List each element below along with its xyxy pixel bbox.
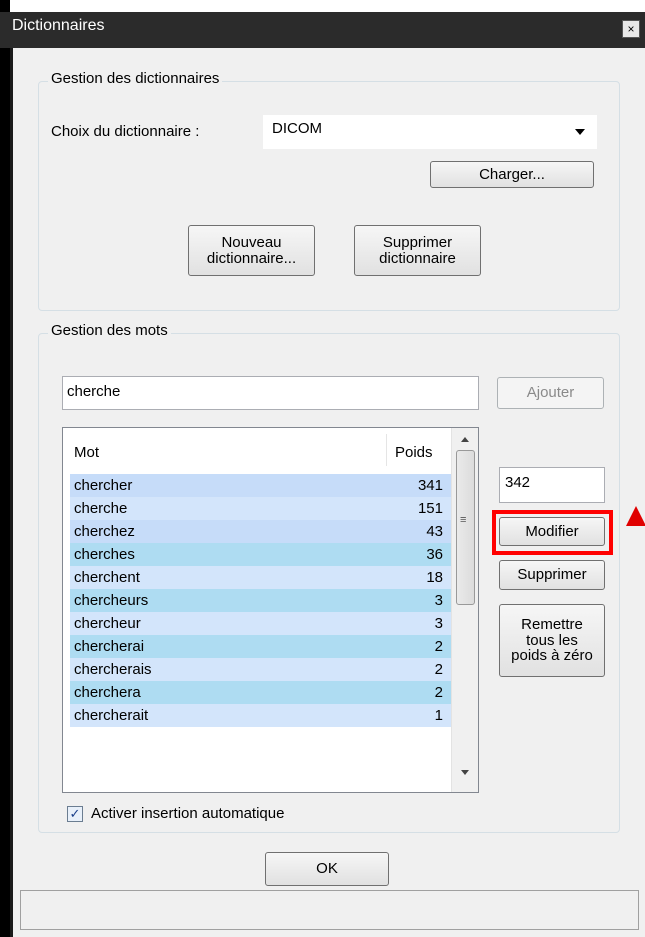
list-item-weight: 3	[434, 615, 443, 632]
word-search-input[interactable]: cherche	[62, 376, 479, 410]
window-title: Dictionnaires	[12, 17, 105, 34]
ok-button[interactable]: OK	[265, 852, 389, 886]
list-item-weight: 1	[434, 707, 443, 724]
scroll-thumb[interactable]: ≡	[456, 450, 475, 605]
reset-line3: poids à zéro	[511, 647, 593, 665]
weight-value: 342	[505, 474, 531, 491]
list-item-word: cherche	[74, 500, 128, 517]
reset-line2: tous les	[526, 631, 578, 649]
list-item[interactable]: chercherait 1	[70, 704, 451, 727]
add-word-button[interactable]: Ajouter	[497, 377, 604, 409]
delete-dictionary-button[interactable]: Supprimer dictionnaire	[354, 225, 481, 276]
list-item-weight: 2	[434, 638, 443, 655]
delete-word-button[interactable]: Supprimer	[499, 560, 605, 590]
delete-dictionary-line2: dictionnaire	[379, 249, 456, 267]
word-search-value: cherche	[67, 383, 121, 400]
auto-insert-label[interactable]: Activer insertion automatique	[91, 805, 284, 822]
close-icon[interactable]: ×	[622, 20, 640, 38]
list-item-weight: 151	[417, 500, 443, 517]
dictionary-select-value: DICOM	[272, 120, 322, 137]
list-item[interactable]: chercherai 2	[70, 635, 451, 658]
scroll-down-icon[interactable]	[461, 770, 469, 775]
list-item[interactable]: cherches 36	[70, 543, 451, 566]
list-item-word: cherchent	[74, 569, 140, 586]
new-dictionary-line2: dictionnaire...	[206, 249, 297, 267]
list-item[interactable]: cherchez 43	[70, 520, 451, 543]
list-item-weight: 36	[426, 546, 443, 563]
list-item-weight: 3	[434, 592, 443, 609]
list-item[interactable]: cherchent 18	[70, 566, 451, 589]
list-item-weight: 2	[434, 661, 443, 678]
dictionary-choice-label: Choix du dictionnaire :	[51, 123, 200, 140]
scroll-up-icon[interactable]	[461, 437, 469, 442]
list-item-word: chercheur	[74, 615, 141, 632]
word-list[interactable]: Mot Poids chercher 341 cherche 151 cherchez 4…	[62, 427, 479, 793]
red-arrow-annotation	[626, 506, 645, 526]
list-item-word: cherchez	[74, 523, 135, 540]
list-item[interactable]: chercherais 2	[70, 658, 451, 681]
list-scrollbar[interactable]: ≡	[451, 428, 478, 792]
weight-input[interactable]: 342	[499, 467, 605, 503]
delete-dictionary-line1: Supprimer	[382, 233, 453, 251]
dictionaries-group-label: Gestion des dictionnaires	[48, 70, 223, 87]
new-dictionary-button[interactable]: Nouveau dictionnaire...	[188, 225, 315, 276]
list-item-weight: 18	[426, 569, 443, 586]
words-group-label: Gestion des mots	[48, 322, 171, 339]
window-frame	[0, 0, 10, 937]
modify-button[interactable]: Modifier	[499, 517, 605, 546]
list-item-word: chercherais	[74, 661, 152, 678]
list-item-word: chercher	[74, 477, 133, 494]
dictionary-select[interactable]: DICOM	[263, 115, 597, 149]
reset-line1: Remettre	[521, 615, 583, 633]
list-item[interactable]: cherche 151	[70, 497, 451, 520]
list-item-word: chercheurs	[74, 592, 149, 609]
window-frame-inner	[10, 48, 13, 937]
status-bar	[20, 890, 639, 930]
list-item-word: cherchera	[74, 684, 141, 701]
list-item-weight: 341	[417, 477, 443, 494]
dropdown-arrow-icon[interactable]	[575, 129, 585, 135]
dialog-window: Dictionnaires × Gestion des dictionnaire…	[0, 0, 645, 937]
list-item-weight: 2	[434, 684, 443, 701]
list-item[interactable]: chercher 341	[70, 474, 451, 497]
scroll-grip-icon: ≡	[460, 514, 467, 526]
auto-insert-checkbox[interactable]: ✓	[67, 806, 83, 822]
column-header-word[interactable]: Mot	[74, 444, 99, 461]
load-button[interactable]: Charger...	[430, 161, 594, 188]
list-item-weight: 43	[426, 523, 443, 540]
reset-weights-button[interactable]: Remettre tous les poids à zéro	[499, 604, 605, 677]
column-header-weight[interactable]: Poids	[395, 444, 433, 461]
list-item-word: chercherait	[74, 707, 149, 724]
list-item[interactable]: chercheur 3	[70, 612, 451, 635]
list-item[interactable]: cherchera 2	[70, 681, 451, 704]
list-item-word: cherches	[74, 546, 135, 563]
column-divider	[386, 434, 387, 466]
checkmark-icon: ✓	[69, 806, 81, 821]
list-item[interactable]: chercheurs 3	[70, 589, 451, 612]
list-header: Mot Poids	[63, 428, 460, 466]
list-item-word: chercherai	[74, 638, 145, 655]
new-dictionary-line1: Nouveau	[221, 233, 282, 251]
